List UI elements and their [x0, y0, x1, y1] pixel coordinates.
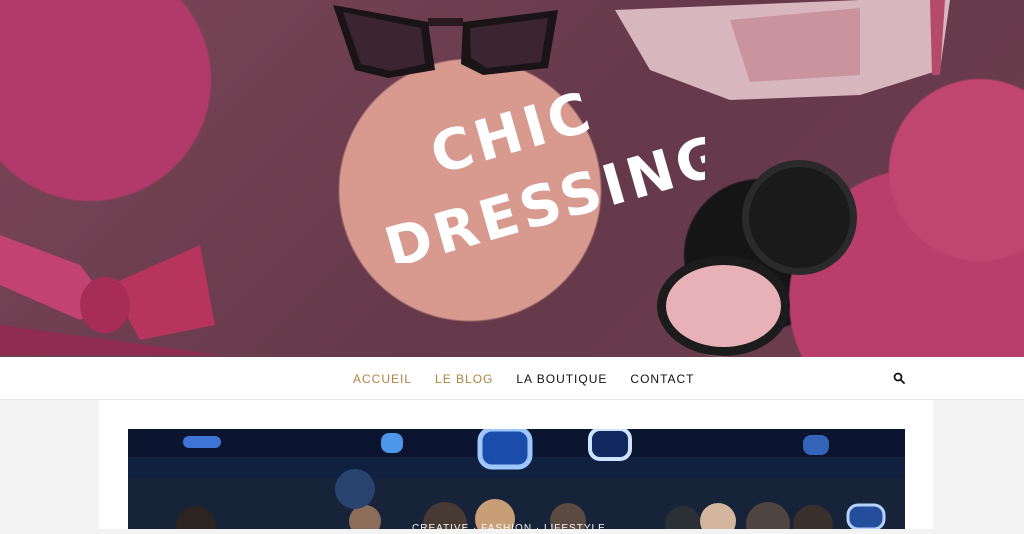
nav-item-la-boutique[interactable]: LA BOUTIQUE [516, 372, 607, 386]
search-icon[interactable] [893, 372, 905, 384]
blush-image [657, 256, 790, 356]
site-logo[interactable]: CHIC DRESSING [345, 78, 734, 281]
featured-post-image[interactable] [128, 429, 905, 529]
nav-menu: ACCUEIL LE BLOG LA BOUTIQUE CONTACT [353, 357, 695, 400]
sunglasses-image [333, 5, 558, 78]
compact-mirror-image [742, 160, 857, 275]
main-navigation: ACCUEIL LE BLOG LA BOUTIQUE CONTACT [0, 357, 1024, 400]
nav-item-contact[interactable]: CONTACT [630, 372, 694, 386]
hero-header: CHIC DRESSING [0, 0, 1024, 357]
bow-image [0, 235, 220, 355]
nav-item-accueil[interactable]: ACCUEIL [353, 372, 412, 386]
nav-item-le-blog[interactable]: LE BLOG [435, 372, 493, 386]
